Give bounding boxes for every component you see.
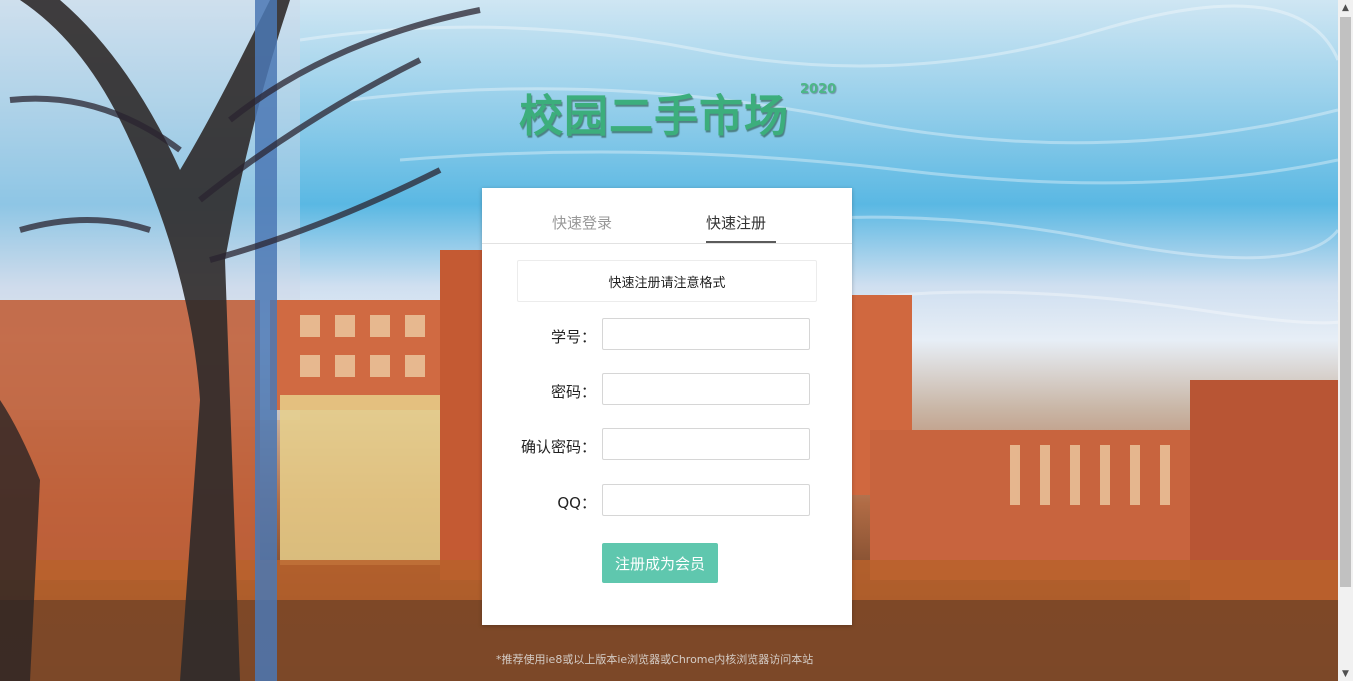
tab-bar: 快速登录 快速注册 — [482, 188, 852, 244]
qq-row: QQ： — [482, 484, 852, 518]
qq-input[interactable] — [602, 484, 810, 516]
active-tab-underline — [706, 241, 776, 243]
register-card: 快速登录 快速注册 快速注册请注意格式 学号： 密码： 确认密码： QQ： 注册… — [482, 188, 852, 625]
confirm-password-input[interactable] — [602, 428, 810, 460]
student-id-row: 学号： — [482, 318, 852, 352]
chevron-up-icon[interactable]: ▲ — [1338, 0, 1353, 15]
register-submit-button[interactable]: 注册成为会员 — [602, 543, 718, 583]
password-row: 密码： — [482, 373, 852, 407]
site-title: 校园二手市场 — [519, 91, 789, 142]
vertical-scrollbar[interactable]: ▲ ▼ — [1338, 0, 1353, 681]
format-notice: 快速注册请注意格式 — [517, 260, 817, 302]
page: ▲ ▼ 校园二手市场 2020 快速登录 快速注册 快速注册请注意格式 学号： … — [0, 0, 1353, 681]
confirm-password-label: 确认密码： — [520, 438, 596, 456]
password-input[interactable] — [602, 373, 810, 405]
chevron-down-icon[interactable]: ▼ — [1338, 666, 1353, 681]
qq-label: QQ： — [557, 494, 596, 512]
tab-quick-register[interactable]: 快速注册 — [706, 212, 766, 233]
password-label: 密码： — [550, 383, 596, 401]
browser-recommendation-note: *推荐使用ie8或以上版本ie浏览器或Chrome内核浏览器访问本站 — [496, 653, 814, 666]
student-id-input[interactable] — [602, 318, 810, 350]
scrollbar-thumb[interactable] — [1340, 17, 1351, 587]
tab-quick-login[interactable]: 快速登录 — [552, 212, 612, 233]
confirm-password-row: 确认密码： — [482, 428, 852, 462]
student-id-label: 学号： — [550, 328, 596, 346]
site-year: 2020 — [800, 82, 837, 97]
